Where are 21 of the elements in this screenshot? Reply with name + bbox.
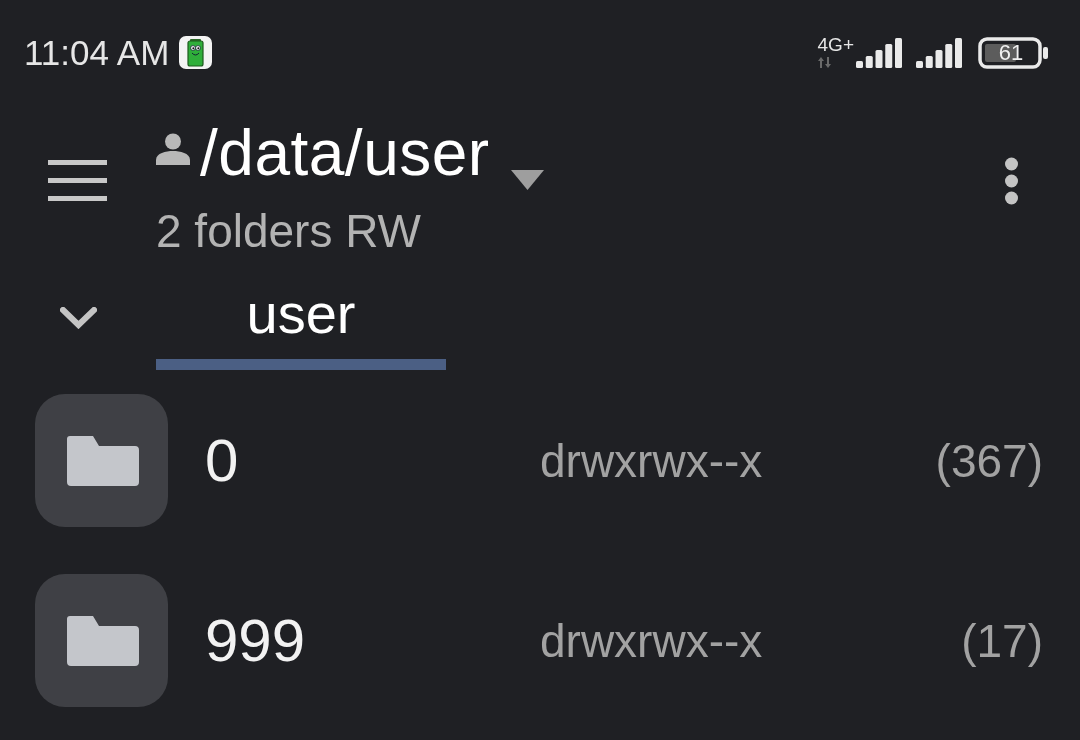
- battery-icon: [978, 37, 1048, 69]
- clock-time: 11:04 AM: [24, 34, 170, 70]
- folder-icon: [35, 574, 168, 707]
- person-icon: [156, 133, 190, 165]
- folder-name: 0: [205, 430, 240, 491]
- folder-permissions: drwxrwx--x: [540, 617, 763, 664]
- battery-app-icon: [179, 35, 213, 69]
- battery-percent: 61: [997, 42, 1025, 64]
- folder-permissions: drwxrwx--x: [540, 437, 763, 484]
- folder-summary: 2 folders RW: [156, 208, 422, 254]
- path-title[interactable]: /data/user: [200, 120, 490, 186]
- network-type-label: 4G+: [817, 35, 854, 54]
- more-options-icon[interactable]: [1003, 157, 1020, 205]
- signal-bars-icon: [856, 38, 902, 68]
- signal-bars-icon: [916, 38, 962, 68]
- caret-down-icon[interactable]: [510, 170, 544, 190]
- menu-icon[interactable]: [48, 160, 107, 202]
- path-tab[interactable]: user: [156, 284, 446, 370]
- folder-icon: [35, 394, 168, 527]
- folder-name: 999: [205, 610, 307, 671]
- chevron-down-icon[interactable]: [60, 307, 97, 329]
